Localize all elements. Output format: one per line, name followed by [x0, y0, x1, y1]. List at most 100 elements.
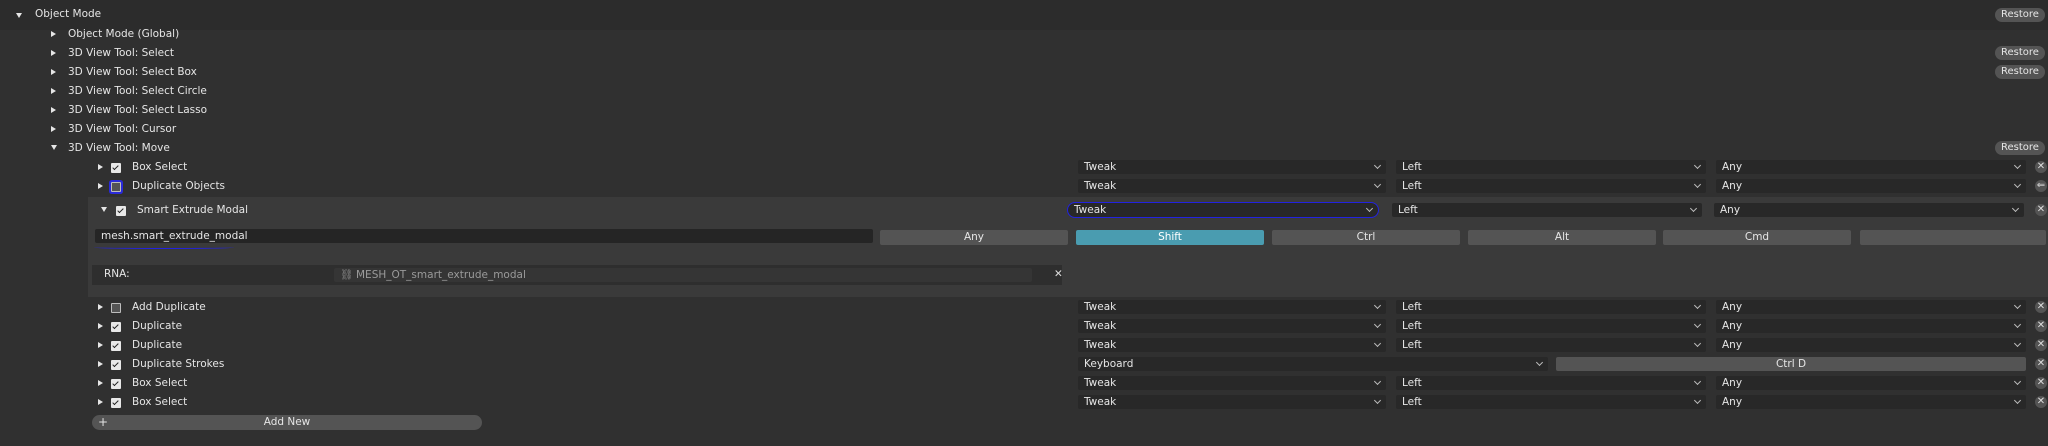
remove-item-icon[interactable]: ✕ — [2035, 204, 2047, 216]
enable-checkbox[interactable] — [111, 322, 121, 332]
key-capture-button[interactable]: Ctrl D — [1556, 357, 2026, 371]
remove-item-icon[interactable]: ✕ — [2035, 396, 2047, 408]
modifier-select[interactable]: Any — [1716, 319, 2026, 333]
mouse-button-select-value: Left — [1402, 339, 1422, 351]
event-type-select[interactable]: Tweak — [1078, 179, 1386, 193]
mouse-button-select[interactable]: Left — [1396, 338, 1706, 352]
collapsed-arrow-icon[interactable] — [51, 31, 56, 37]
modifier-toggle-alt[interactable]: Alt — [1468, 230, 1656, 245]
mouse-button-select-value: Left — [1402, 301, 1422, 313]
enable-checkbox[interactable] — [111, 303, 121, 313]
modifier-toggle-ctrl[interactable]: Ctrl — [1272, 230, 1460, 245]
event-type-select[interactable]: Keyboard — [1078, 357, 1548, 371]
enable-checkbox[interactable] — [111, 360, 121, 370]
modifier-toggle-any[interactable]: Any — [880, 230, 1068, 245]
expanded-item-header: Smart Extrude Modal Tweak Left Any ✕ — [0, 201, 2048, 220]
mouse-button-select[interactable]: Left — [1392, 203, 1702, 217]
restore-button[interactable]: Restore — [1995, 46, 2045, 60]
operator-id-field[interactable]: mesh.smart_extrude_modal — [95, 229, 873, 243]
tool-group-row: 3D View Tool: Select Lasso — [0, 101, 2048, 120]
collapsed-arrow-icon[interactable] — [98, 304, 103, 310]
add-new-label: Add New — [263, 416, 311, 428]
event-type-select[interactable]: Tweak — [1078, 319, 1386, 333]
remove-item-icon[interactable]: ✕ — [2035, 339, 2047, 351]
enable-checkbox[interactable] — [111, 379, 121, 389]
modifier-select[interactable]: Any — [1716, 338, 2026, 352]
mouse-button-select[interactable]: Left — [1396, 319, 1706, 333]
collapsed-arrow-icon[interactable] — [98, 342, 103, 348]
collapsed-arrow-icon[interactable] — [51, 69, 56, 75]
collapsed-arrow-icon[interactable] — [98, 323, 103, 329]
object-mode-label: Object Mode — [35, 8, 102, 20]
collapsed-arrow-icon[interactable] — [51, 88, 56, 94]
modifier-select[interactable]: Any — [1714, 203, 2024, 217]
enable-checkbox[interactable] — [116, 206, 126, 216]
modifier-select[interactable]: Any — [1716, 179, 2026, 193]
expanded-arrow-icon[interactable] — [51, 145, 57, 150]
collapsed-arrow-icon[interactable] — [98, 183, 103, 189]
mouse-button-select[interactable]: Left — [1396, 395, 1706, 409]
modifier-select[interactable]: Any — [1716, 395, 2026, 409]
collapsed-arrow-icon[interactable] — [98, 361, 103, 367]
modifier-select[interactable]: Any — [1716, 160, 2026, 174]
modifier-toggle-oskey[interactable] — [1860, 230, 2046, 245]
keymap-item-row: Box Select Tweak Left Any ✕ — [0, 393, 2048, 412]
enable-checkbox[interactable] — [111, 182, 121, 192]
event-type-select-value: Tweak — [1084, 339, 1117, 351]
modifier-select-value: Any — [1722, 377, 1743, 389]
mouse-button-select-value: Left — [1398, 204, 1418, 216]
expanded-arrow-icon[interactable] — [16, 13, 22, 18]
chevron-down-icon — [1365, 204, 1374, 213]
collapsed-arrow-icon[interactable] — [51, 107, 56, 113]
restore-item-icon[interactable]: ⇐ — [2035, 180, 2047, 192]
collapsed-arrow-icon[interactable] — [98, 399, 103, 405]
rna-link-icon: ⛓ — [340, 269, 354, 281]
modifier-select-value: Any — [1722, 320, 1743, 332]
restore-button[interactable]: Restore — [1995, 65, 2045, 79]
restore-button[interactable]: Restore — [1995, 141, 2045, 155]
modifier-toggle-cmd[interactable]: Cmd — [1663, 230, 1851, 245]
remove-item-icon[interactable]: ✕ — [2035, 377, 2047, 389]
keymap-item-name: Duplicate Objects — [132, 180, 226, 192]
remove-item-icon[interactable]: ✕ — [2035, 301, 2047, 313]
modifier-select[interactable]: Any — [1716, 376, 2026, 390]
modifier-toggle-shift[interactable]: Shift — [1076, 230, 1264, 245]
enable-checkbox[interactable] — [111, 398, 121, 408]
remove-item-icon[interactable]: ✕ — [2035, 358, 2047, 370]
collapsed-arrow-icon[interactable] — [98, 380, 103, 386]
event-type-select[interactable]: Tweak — [1078, 395, 1386, 409]
rna-field[interactable]: ⛓ MESH_OT_smart_extrude_modal — [334, 268, 1032, 282]
add-new-button[interactable]: + Add New — [92, 415, 482, 430]
event-type-select[interactable]: Tweak — [1078, 300, 1386, 314]
mouse-button-select[interactable]: Left — [1396, 160, 1706, 174]
event-type-select[interactable]: Tweak — [1078, 338, 1386, 352]
chevron-down-icon — [1693, 301, 1702, 310]
tool-group-row: 3D View Tool: Select Circle — [0, 82, 2048, 101]
modifier-select[interactable]: Any — [1716, 300, 2026, 314]
restore-button[interactable]: Restore — [1995, 8, 2045, 22]
enable-checkbox[interactable] — [111, 341, 121, 351]
tool-group-label: 3D View Tool: Select Circle — [68, 85, 207, 97]
event-type-select[interactable]: Tweak — [1078, 160, 1386, 174]
collapsed-arrow-icon[interactable] — [51, 126, 56, 132]
remove-item-icon[interactable]: ✕ — [2035, 320, 2047, 332]
collapsed-arrow-icon[interactable] — [98, 164, 103, 170]
keymap-item-name: Smart Extrude Modal — [137, 204, 248, 216]
expanded-arrow-icon[interactable] — [101, 207, 107, 212]
mouse-button-select[interactable]: Left — [1396, 376, 1706, 390]
modifier-select-value: Any — [1722, 396, 1743, 408]
mouse-button-select[interactable]: Left — [1396, 300, 1706, 314]
tool-group-label: 3D View Tool: Select — [68, 47, 175, 59]
mouse-button-select-value: Left — [1402, 377, 1422, 389]
enable-checkbox[interactable] — [111, 163, 121, 173]
event-type-select-value: Tweak — [1084, 180, 1117, 192]
collapsed-arrow-icon[interactable] — [51, 50, 56, 56]
event-type-select-value: Keyboard — [1084, 358, 1134, 370]
chevron-down-icon — [1373, 339, 1382, 348]
event-type-select[interactable]: Tweak — [1067, 202, 1379, 218]
mouse-button-select[interactable]: Left — [1396, 179, 1706, 193]
rna-clear-icon[interactable]: ✕ — [1054, 268, 1063, 280]
event-type-select[interactable]: Tweak — [1078, 376, 1386, 390]
remove-item-icon[interactable]: ✕ — [2035, 161, 2047, 173]
keymap-item-name: Duplicate — [132, 339, 183, 351]
